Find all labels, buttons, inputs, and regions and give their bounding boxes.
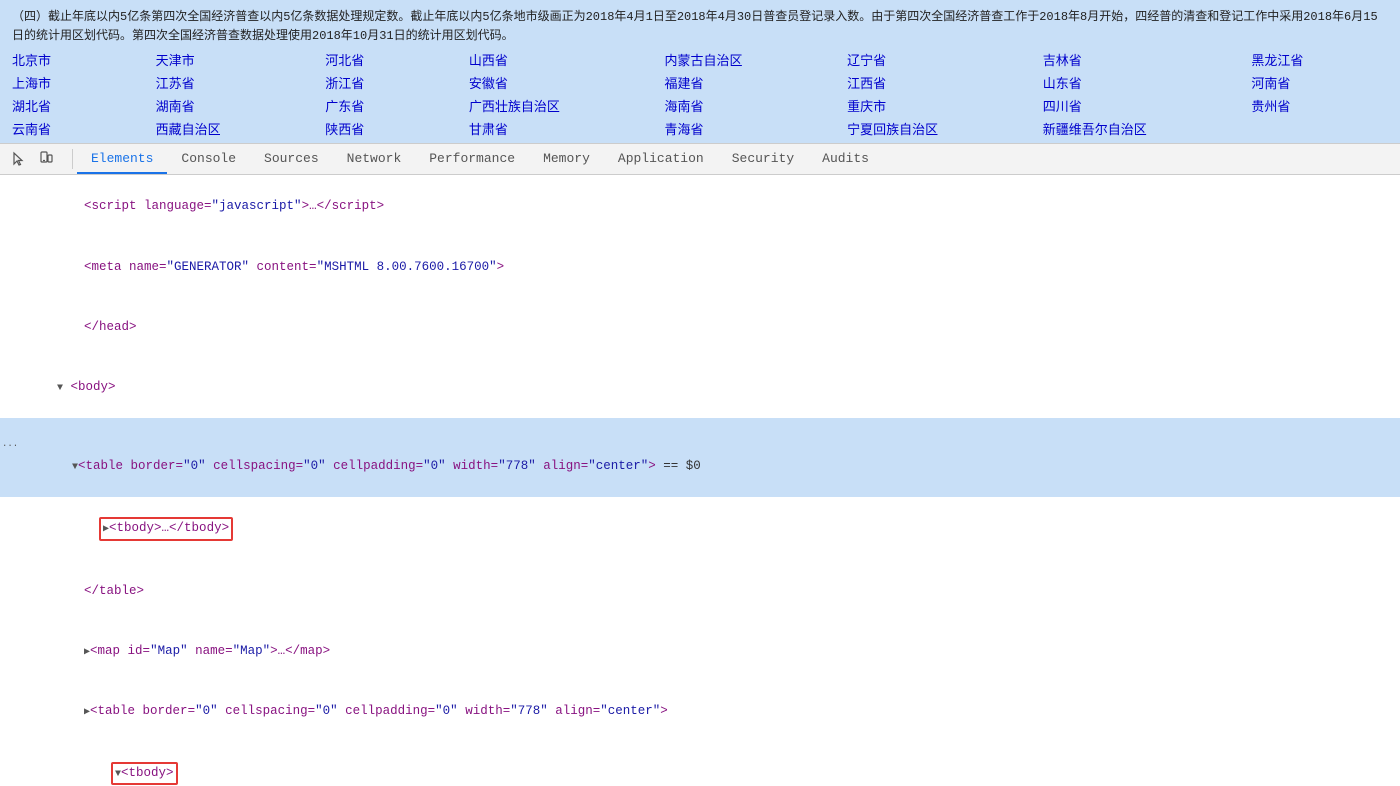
tabs-container: Elements Console Sources Network Perform… xyxy=(77,144,883,174)
dom-line-tbody-1[interactable]: ▶<tbody>…</tbody> xyxy=(0,497,1400,561)
province-link-gansu[interactable]: 甘肃省 xyxy=(469,121,645,142)
dom-line-tbody-2[interactable]: ▼<tbody> xyxy=(0,742,1400,786)
province-link-zhejiang[interactable]: 浙江省 xyxy=(325,75,449,96)
province-link-shandong[interactable]: 山东省 xyxy=(1043,75,1232,96)
dom-content: <script language="javascript">…</script>… xyxy=(0,175,1400,786)
province-link-liaoning[interactable]: 辽宁省 xyxy=(847,52,1023,73)
province-link-yunnan[interactable]: 云南省 xyxy=(12,121,136,142)
tab-sources[interactable]: Sources xyxy=(250,144,333,174)
dom-line-table-selected[interactable]: ... ▼<table border="0" cellspacing="0" c… xyxy=(0,418,1400,498)
province-link-shanghai[interactable]: 上海市 xyxy=(12,75,136,96)
dom-line-map[interactable]: ▶<map id="Map" name="Map">…</map> xyxy=(0,621,1400,681)
tab-console-label: Console xyxy=(181,151,236,166)
toolbar-icons xyxy=(6,147,58,171)
dom-line-head-close: </head> xyxy=(0,297,1400,357)
tab-performance[interactable]: Performance xyxy=(415,144,529,174)
province-link-xizang[interactable]: 西藏自治区 xyxy=(156,121,306,142)
province-link-guangxi[interactable]: 广西壮族自治区 xyxy=(469,98,645,119)
province-link-hainan[interactable]: 海南省 xyxy=(665,98,828,119)
dom-line-table-2[interactable]: ▶<table border="0" cellspacing="0" cellp… xyxy=(0,681,1400,741)
tab-sources-label: Sources xyxy=(264,151,319,166)
province-link-beijing[interactable]: 北京市 xyxy=(12,52,136,73)
province-link-guizhou[interactable]: 贵州省 xyxy=(1251,98,1388,119)
dom-line-script: <script language="javascript">…</script> xyxy=(0,177,1400,237)
province-link-anhui[interactable]: 安徽省 xyxy=(469,75,645,96)
province-link-guangdong[interactable]: 广东省 xyxy=(325,98,449,119)
province-link-tianjin[interactable]: 天津市 xyxy=(156,52,306,73)
tab-security-label: Security xyxy=(732,151,794,166)
province-link-sichuan[interactable]: 四川省 xyxy=(1043,98,1232,119)
province-link-jiangxi[interactable]: 江西省 xyxy=(847,75,1023,96)
tab-memory-label: Memory xyxy=(543,151,590,166)
tab-application-label: Application xyxy=(618,151,704,166)
province-link-hebei[interactable]: 河北省 xyxy=(325,52,449,73)
tab-network[interactable]: Network xyxy=(333,144,416,174)
province-link-neimenggu[interactable]: 内蒙古自治区 xyxy=(665,52,828,73)
top-content-area: （四）截止年底以内5亿条第四次全国经济普查以内5亿条数据处理规定数。截止年底以内… xyxy=(0,0,1400,143)
province-link-heilongjiang[interactable]: 黑龙江省 xyxy=(1251,52,1388,73)
dom-line-meta: <meta name="GENERATOR" content="MSHTML 8… xyxy=(0,237,1400,297)
tab-console[interactable]: Console xyxy=(167,144,250,174)
province-link-shaanxi[interactable]: 陕西省 xyxy=(325,121,449,142)
devtools-toolbar: Elements Console Sources Network Perform… xyxy=(0,143,1400,175)
tab-network-label: Network xyxy=(347,151,402,166)
province-link-henan[interactable]: 河南省 xyxy=(1251,75,1388,96)
tab-application[interactable]: Application xyxy=(604,144,718,174)
province-link-fujian[interactable]: 福建省 xyxy=(665,75,828,96)
tab-memory[interactable]: Memory xyxy=(529,144,604,174)
cursor-icon xyxy=(10,151,26,167)
tab-audits-label: Audits xyxy=(822,151,869,166)
province-link-jilin[interactable]: 吉林省 xyxy=(1043,52,1232,73)
device-icon-btn[interactable] xyxy=(34,147,58,171)
cursor-icon-btn[interactable] xyxy=(6,147,30,171)
tab-audits[interactable]: Audits xyxy=(808,144,883,174)
province-link-jiangsu[interactable]: 江苏省 xyxy=(156,75,306,96)
top-text: （四）截止年底以内5亿条第四次全国经济普查以内5亿条数据处理规定数。截止年底以内… xyxy=(12,8,1388,46)
province-link-qinghai[interactable]: 青海省 xyxy=(665,121,828,142)
tab-elements[interactable]: Elements xyxy=(77,144,167,174)
tab-elements-label: Elements xyxy=(91,151,153,166)
province-grid: 北京市 天津市 河北省 山西省 内蒙古自治区 辽宁省 吉林省 黑龙江省 上海市 … xyxy=(12,52,1388,141)
province-link-hunan[interactable]: 湖南省 xyxy=(156,98,306,119)
province-link-hubei[interactable]: 湖北省 xyxy=(12,98,136,119)
device-icon xyxy=(38,151,54,167)
province-link-shanxi[interactable]: 山西省 xyxy=(469,52,645,73)
tab-security[interactable]: Security xyxy=(718,144,808,174)
dom-line-body: ▼ <body> xyxy=(0,357,1400,417)
tab-performance-label: Performance xyxy=(429,151,515,166)
toolbar-divider-1 xyxy=(72,149,73,169)
province-link-chongqing[interactable]: 重庆市 xyxy=(847,98,1023,119)
province-placeholder xyxy=(1251,121,1388,142)
dom-line-table-close: </table> xyxy=(0,561,1400,621)
province-link-xinjiang[interactable]: 新疆维吾尔自治区 xyxy=(1043,121,1232,142)
app-container: （四）截止年底以内5亿条第四次全国经济普查以内5亿条数据处理规定数。截止年底以内… xyxy=(0,0,1400,786)
province-link-ningxia[interactable]: 宁夏回族自治区 xyxy=(847,121,1023,142)
